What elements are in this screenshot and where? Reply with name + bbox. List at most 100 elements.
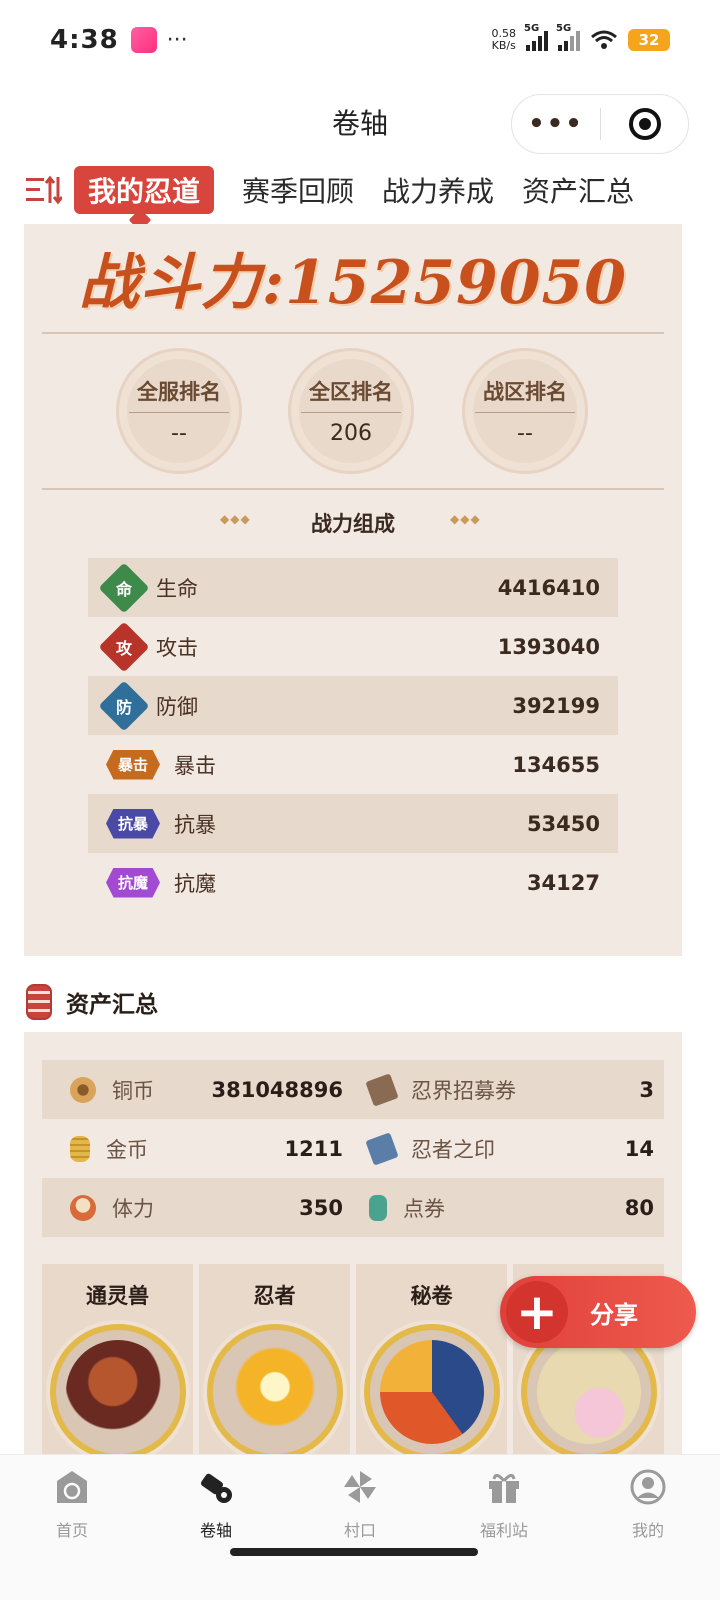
hp-icon: 命 [98,562,150,613]
tab-power-growth[interactable]: 战力养成 [382,170,494,210]
stat-value: 53450 [526,811,600,836]
target-icon [628,108,661,140]
rank-label: 全区排名 [301,376,401,413]
stat-name: 防御 [156,694,198,719]
rank-server: 全服排名 -- [116,348,242,474]
nav-label: 卷轴 [199,1521,232,1540]
home-icon [57,1471,87,1503]
wifi-icon [591,30,617,49]
power-panel: 战斗力:15259050 全服排名 -- 全区排名 206 战区排名 -- ◆◆… [24,224,682,956]
defense-icon-glyph: 防 [115,697,133,717]
magic-resist-icon-glyph: 抗魔 [117,874,148,892]
rank-value: -- [517,421,533,446]
asset-ninja-seal: 忍者之印 14 [353,1119,664,1178]
close-miniprogram-button[interactable] [601,108,688,140]
stat-value: 392199 [512,693,600,718]
voucher-icon [369,1194,387,1221]
plus-icon: + [506,1281,568,1343]
combat-power-value: 战斗力:15259050 [78,248,628,318]
share-label: 分享 [590,1300,638,1329]
stat-row-magic-resist: 抗魔 抗魔 34127 [88,853,618,912]
miniprogram-capsule: ••• [511,94,689,154]
asset-name: 点券 [403,1196,445,1221]
stat-name: 攻击 [156,635,198,660]
signal-icon-2: 5G [556,23,580,51]
asset-section-header: 资产汇总 [26,984,158,1020]
stat-row-crit-resist: 抗暴 抗暴 53450 [88,794,618,853]
rank-label: 战区排名 [475,376,575,413]
signal-icon: 5G [524,23,548,51]
rank-zone: 全区排名 206 [288,348,414,474]
more-menu-button[interactable]: ••• [512,109,600,139]
stat-row-attack: 攻 攻击 1393040 [88,617,618,676]
nav-label: 村口 [343,1521,376,1540]
stat-list: 命 生命 4416410 攻 攻击 1393040 防 防御 392199 暴击… [88,558,618,912]
card-summon-beast[interactable]: 通灵兽 [42,1264,193,1464]
recruit-scroll-icon [365,1072,399,1107]
home-indicator [230,1548,478,1556]
status-indicators: 0.58 KB/s 5G 5G 32 [492,23,670,52]
secret-scroll-portrait [364,1324,500,1460]
network-speed: 0.58 KB/s [492,28,517,52]
asset-name: 体力 [112,1196,154,1221]
battery-icon: 32 [628,29,670,51]
card-title: 通灵兽 [86,1284,149,1308]
crit-resist-icon-glyph: 抗暴 [117,815,148,833]
ninja-portrait [207,1324,343,1460]
asset-table: 铜币 381048896 忍界招募券 3 金币 1211 忍者之印 14 体力 … [42,1060,664,1237]
tab-menu-button[interactable] [22,172,66,208]
attack-icon-glyph: 攻 [115,638,133,658]
card-ninja[interactable]: 忍者 [199,1264,350,1464]
stat-name: 抗暴 [174,812,216,837]
asset-value: 80 [624,1195,654,1220]
pinwheel-icon [344,1471,376,1503]
divider [42,332,664,334]
list-sort-icon [26,175,62,205]
asset-copper: 铜币 381048896 [42,1060,353,1119]
asset-name: 忍界招募券 [411,1078,516,1103]
asset-stamina: 体力 350 [42,1178,353,1237]
divider [42,488,664,490]
attack-icon: 攻 [98,621,150,672]
share-button[interactable]: + 分享 [500,1276,696,1348]
tab-asset-summary[interactable]: 资产汇总 [522,170,634,210]
nav-village[interactable]: 村口 [288,1455,432,1600]
asset-row: 体力 350 点券 80 [42,1178,664,1237]
profile-icon [630,1469,666,1505]
asset-name: 忍者之印 [411,1137,495,1162]
bilibili-app-icon [130,27,157,53]
tab-season-review[interactable]: 赛季回顾 [242,170,354,210]
status-bar: 4:38 ··· 0.58 KB/s 5G 5G 32 [0,0,720,80]
stat-value: 34127 [526,870,600,895]
magic-resist-icon: 抗魔 [106,867,160,898]
tab-my-ninja-way[interactable]: 我的忍道 [74,166,215,214]
stat-value: 4416410 [497,575,600,600]
asset-name: 金币 [106,1137,148,1162]
card-title: 忍者 [253,1284,296,1308]
section-title: 资产汇总 [66,992,158,1018]
asset-value: 14 [624,1136,654,1161]
nav-label: 我的 [631,1521,664,1540]
stat-name: 抗魔 [174,871,216,896]
copper-coin-icon [70,1076,96,1103]
card-secret-scroll[interactable]: 秘卷 [356,1264,507,1464]
network-speed-unit: KB/s [491,39,516,52]
asset-row: 金币 1211 忍者之印 14 [42,1119,664,1178]
stat-name: 暴击 [174,753,216,778]
gift-icon [489,1474,519,1503]
scroll-icon [200,1473,232,1503]
asset-voucher: 点券 80 [353,1178,664,1237]
nav-profile[interactable]: 我的 [576,1455,720,1600]
ramen-bowl-icon [70,1194,96,1221]
nav-scroll[interactable]: 卷轴 [144,1455,288,1600]
crit-resist-icon: 抗暴 [106,808,160,839]
nav-welfare[interactable]: 福利站 [432,1455,576,1600]
asset-value: 1211 [284,1136,343,1161]
asset-row: 铜币 381048896 忍界招募券 3 [42,1060,664,1119]
title-bar: 卷轴 ••• [0,88,720,154]
card-title: 秘卷 [410,1284,453,1308]
stat-row-crit: 暴击 暴击 134655 [88,735,618,794]
nav-home[interactable]: 首页 [0,1455,144,1600]
summon-beast-portrait [50,1324,186,1460]
bottom-nav: 首页 卷轴 村口 福利站 我的 [0,1454,720,1600]
